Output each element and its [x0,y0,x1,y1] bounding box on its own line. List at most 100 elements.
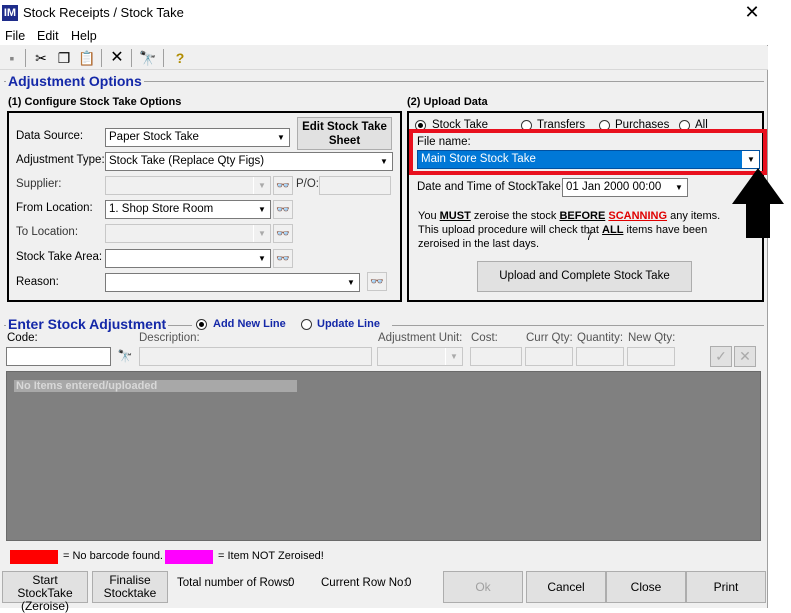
col-code: Code: [7,332,38,344]
no-barcode-legend: = No barcode found. [63,550,163,562]
to-location-select[interactable]: ▼ [105,224,271,243]
adjustment-unit-select[interactable]: ▼ [377,347,463,366]
col-quantity: Quantity: [577,332,624,344]
datetime-label: Date and Time of StockTake: [417,181,565,193]
cost-input[interactable] [470,347,522,366]
chevron-down-icon[interactable]: ▼ [253,225,270,242]
chevron-down-icon[interactable]: ▼ [375,153,392,170]
note-all: ALL [602,224,624,236]
items-grid[interactable]: No Items entered/uploaded [6,371,761,541]
data-source-value: Paper Stock Take [109,131,199,143]
chevron-down-icon[interactable]: ▼ [670,179,687,196]
close-button[interactable]: Close [606,571,686,603]
ok-button[interactable]: Ok [443,571,523,603]
new-qty-input[interactable] [627,347,675,366]
edit-stock-take-sheet-button[interactable]: Edit Stock Take Sheet [297,117,392,150]
print-button[interactable]: Print [686,571,766,603]
menu-edit[interactable]: Edit [37,29,59,43]
adjustment-type-label: Adjustment Type: [16,154,105,166]
menu-file[interactable]: File [5,29,25,43]
cancel-button[interactable]: Cancel [526,571,606,603]
col-curr-qty: Curr Qty: [526,332,573,344]
curr-qty-input[interactable] [525,347,573,366]
confirm-check-icon[interactable]: ✓ [710,346,732,367]
reason-glasses-icon[interactable]: 👓 [367,272,387,291]
paste-icon[interactable]: 📋 [78,49,96,67]
main-window: IM Stock Receipts / Stock Take ✕ File Ed… [0,0,768,613]
supplier-lookup-glasses-icon[interactable]: 👓 [273,176,293,195]
data-source-label: Data Source: [16,130,84,142]
toolbar: ▪ ✂ ❐ 📋 ✕ 🔭 ? [0,46,768,70]
toolbar-separator [101,49,102,67]
radio-update-line[interactable] [301,319,312,330]
radio-group: Add New Line Update Line [192,318,392,332]
chevron-down-icon[interactable]: ▼ [253,201,270,218]
zeroise-note: You MUST zeroise the stock BEFORE SCANNI… [418,209,753,251]
note-text: zeroise the stock [470,210,560,222]
section2-title: (2) Upload Data [407,96,488,108]
radio-add-new-line-label: Add New Line [213,318,286,330]
cancel-x-icon[interactable]: ✕ [734,346,756,367]
empty-grid-message: No Items entered/uploaded [14,380,297,392]
window-title: Stock Receipts / Stock Take [23,5,184,20]
finalise-label: Stocktake [103,586,157,600]
radio-update-line-label: Update Line [317,318,380,330]
not-zeroised-swatch [165,550,213,564]
from-location-select[interactable]: 1. Shop Store Room ▼ [105,200,271,219]
arrow-up-icon [732,168,784,238]
supplier-select[interactable]: ▼ [105,176,271,195]
start-stocktake-label: Start StockTake [17,573,73,600]
title-bar: IM Stock Receipts / Stock Take ✕ [0,0,768,27]
note-text: This upload procedure will check that [418,224,603,236]
start-stocktake-button[interactable]: Start StockTake (Zeroise) [2,571,88,613]
description-input[interactable] [139,347,372,366]
from-location-value: 1. Shop Store Room [109,203,214,215]
copy-icon[interactable]: ❐ [55,49,73,67]
cut-icon[interactable]: ✂ [32,49,50,67]
menu-help[interactable]: Help [71,29,97,43]
close-window-icon[interactable]: ✕ [742,2,762,22]
from-location-glasses-icon[interactable]: 👓 [273,200,293,219]
to-location-label: To Location: [16,226,79,238]
code-input[interactable] [6,347,111,366]
datetime-picker[interactable]: 01 Jan 2000 00:00 ▼ [562,178,688,197]
days-value[interactable]: 7 [586,231,592,243]
stock-take-area-label: Stock Take Area: [16,251,103,263]
note-before: BEFORE [559,210,606,222]
toolbar-separator [25,49,26,67]
chevron-down-icon[interactable]: ▼ [253,177,270,194]
po-input[interactable] [319,176,391,195]
col-adjustment-unit: Adjustment Unit: [378,332,463,344]
app-icon: IM [2,5,18,21]
reason-select[interactable]: ▼ [105,273,360,292]
section1-title: (1) Configure Stock Take Options [8,96,182,108]
configure-options-panel: Data Source: Paper Stock Take ▼ Edit Sto… [7,111,402,302]
delete-icon[interactable]: ✕ [108,49,126,67]
finalise-stocktake-button[interactable]: Finalise Stocktake [92,571,168,603]
stock-take-area-glasses-icon[interactable]: 👓 [273,249,293,268]
radio-add-new-line[interactable] [196,319,207,330]
adjustment-type-select[interactable]: Stock Take (Replace Qty Figs) ▼ [105,152,393,171]
stock-take-area-select[interactable]: ▼ [105,249,271,268]
chevron-down-icon[interactable]: ▼ [272,129,289,146]
chevron-down-icon[interactable]: ▼ [342,274,359,291]
upload-complete-button[interactable]: Upload and Complete Stock Take [477,261,692,292]
note-text: You [418,210,440,222]
note-must: MUST [439,210,471,222]
datetime-value: 01 Jan 2000 00:00 [566,181,662,193]
chevron-down-icon[interactable]: ▼ [445,348,462,365]
no-barcode-swatch [10,550,58,564]
quantity-input[interactable] [576,347,624,366]
total-rows-value: 0 [288,577,295,589]
col-cost: Cost: [471,332,498,344]
total-rows-label: Total number of Rows: [177,577,292,589]
from-location-label: From Location: [16,202,93,214]
data-source-select[interactable]: Paper Stock Take ▼ [105,128,290,147]
binoculars-icon[interactable]: 🔭 [114,347,136,366]
chevron-down-icon[interactable]: ▼ [253,250,270,267]
help-icon[interactable]: ? [171,49,189,67]
binoculars-icon[interactable]: 🔭 [139,49,157,67]
adjustment-type-value: Stock Take (Replace Qty Figs) [109,155,265,167]
to-location-glasses-icon[interactable]: 👓 [273,224,293,243]
save-icon[interactable]: ▪ [3,49,21,67]
